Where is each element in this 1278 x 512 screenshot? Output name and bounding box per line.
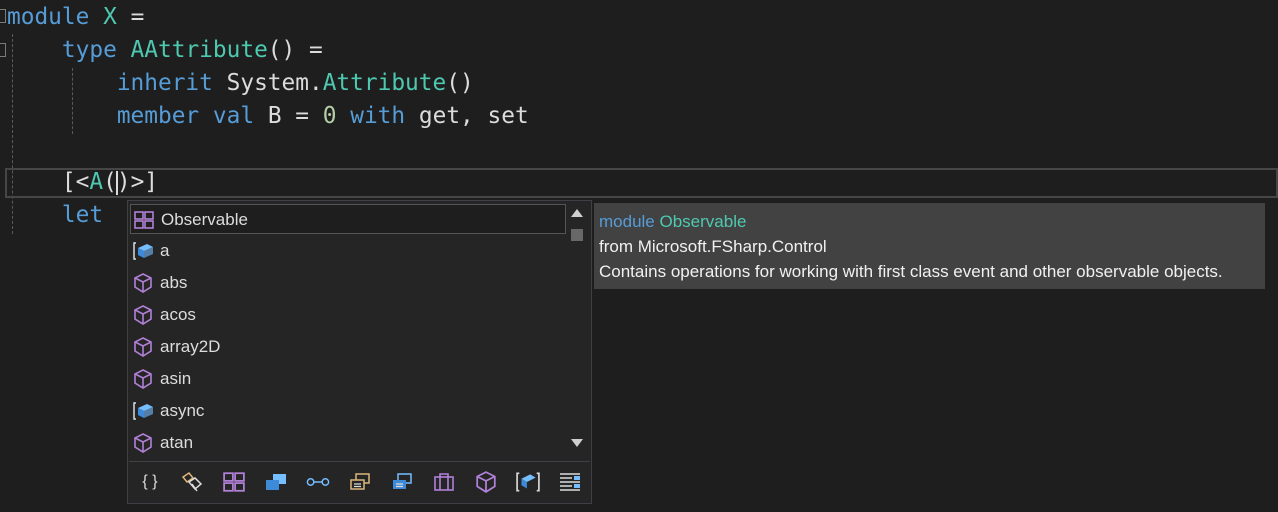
snippet-icon xyxy=(133,401,153,421)
completion-item[interactable]: abs xyxy=(130,268,566,298)
completion-item-label: atan xyxy=(160,433,194,452)
struct-filter-icon[interactable] xyxy=(348,470,372,494)
code-line-1[interactable]: module X = xyxy=(7,1,144,34)
current-line-highlight xyxy=(5,168,1278,198)
code-line-3[interactable]: inherit System.Attribute() xyxy=(7,67,474,100)
scroll-up-arrow-icon[interactable] xyxy=(571,209,583,217)
module-filter-icon[interactable] xyxy=(222,470,246,494)
completion-scrollbar[interactable] xyxy=(566,203,590,457)
completion-item[interactable]: async xyxy=(130,396,566,426)
completion-list[interactable]: Observable a abs acos array2D asin async… xyxy=(127,200,592,504)
code-line-7[interactable]: let xyxy=(7,199,103,232)
quick-info-tooltip: module Observable from Microsoft.FSharp.… xyxy=(594,203,1265,289)
fold-marker[interactable] xyxy=(0,43,6,57)
completion-filter-bar: { } xyxy=(129,461,590,502)
code-line-4[interactable]: member val B = 0 with get, set xyxy=(7,100,529,133)
completion-item-label: async xyxy=(160,401,205,420)
tooltip-namespace: from Microsoft.FSharp.Control xyxy=(599,237,827,256)
keyword-filter-icon[interactable] xyxy=(558,470,582,494)
method-icon xyxy=(133,273,153,293)
completion-item-selected[interactable]: Observable xyxy=(130,204,566,234)
code-line-6[interactable]: [<A()>] xyxy=(7,166,158,199)
completion-item[interactable]: array2D xyxy=(130,332,566,362)
completion-item-label: asin xyxy=(160,369,192,388)
completion-item[interactable]: acos xyxy=(130,300,566,330)
completion-item-label: abs xyxy=(160,273,188,292)
class-filter-icon[interactable] xyxy=(264,470,288,494)
method-icon xyxy=(133,369,153,389)
interface-filter-icon[interactable] xyxy=(306,470,330,494)
namespace-filter-icon[interactable]: { } xyxy=(138,470,162,494)
method-icon xyxy=(133,305,153,325)
fold-marker[interactable] xyxy=(0,9,6,23)
completion-item[interactable]: atan xyxy=(130,428,566,458)
code-line-2[interactable]: type AAttribute() = xyxy=(7,34,323,67)
snippet-filter-icon[interactable] xyxy=(516,470,540,494)
enum-filter-icon[interactable] xyxy=(390,470,414,494)
completion-item-label: a xyxy=(160,241,170,260)
module-icon xyxy=(134,210,154,230)
snippet-icon xyxy=(133,241,153,261)
method-icon xyxy=(133,433,153,453)
scroll-down-arrow-icon[interactable] xyxy=(571,439,583,447)
method-icon xyxy=(133,337,153,357)
completion-item[interactable]: a xyxy=(130,236,566,266)
scroll-thumb[interactable] xyxy=(571,229,583,241)
tooltip-signature: module Observable xyxy=(599,212,747,231)
completion-item[interactable]: asin xyxy=(130,364,566,394)
method-filter-icon[interactable] xyxy=(474,470,498,494)
completion-item-label: acos xyxy=(160,305,196,324)
tooltip-description: Contains operations for working with fir… xyxy=(599,262,1223,281)
completion-item-label: Observable xyxy=(161,210,248,229)
type-filter-icon[interactable] xyxy=(432,470,456,494)
completion-item-label: array2D xyxy=(160,337,221,356)
property-filter-icon[interactable] xyxy=(180,470,204,494)
